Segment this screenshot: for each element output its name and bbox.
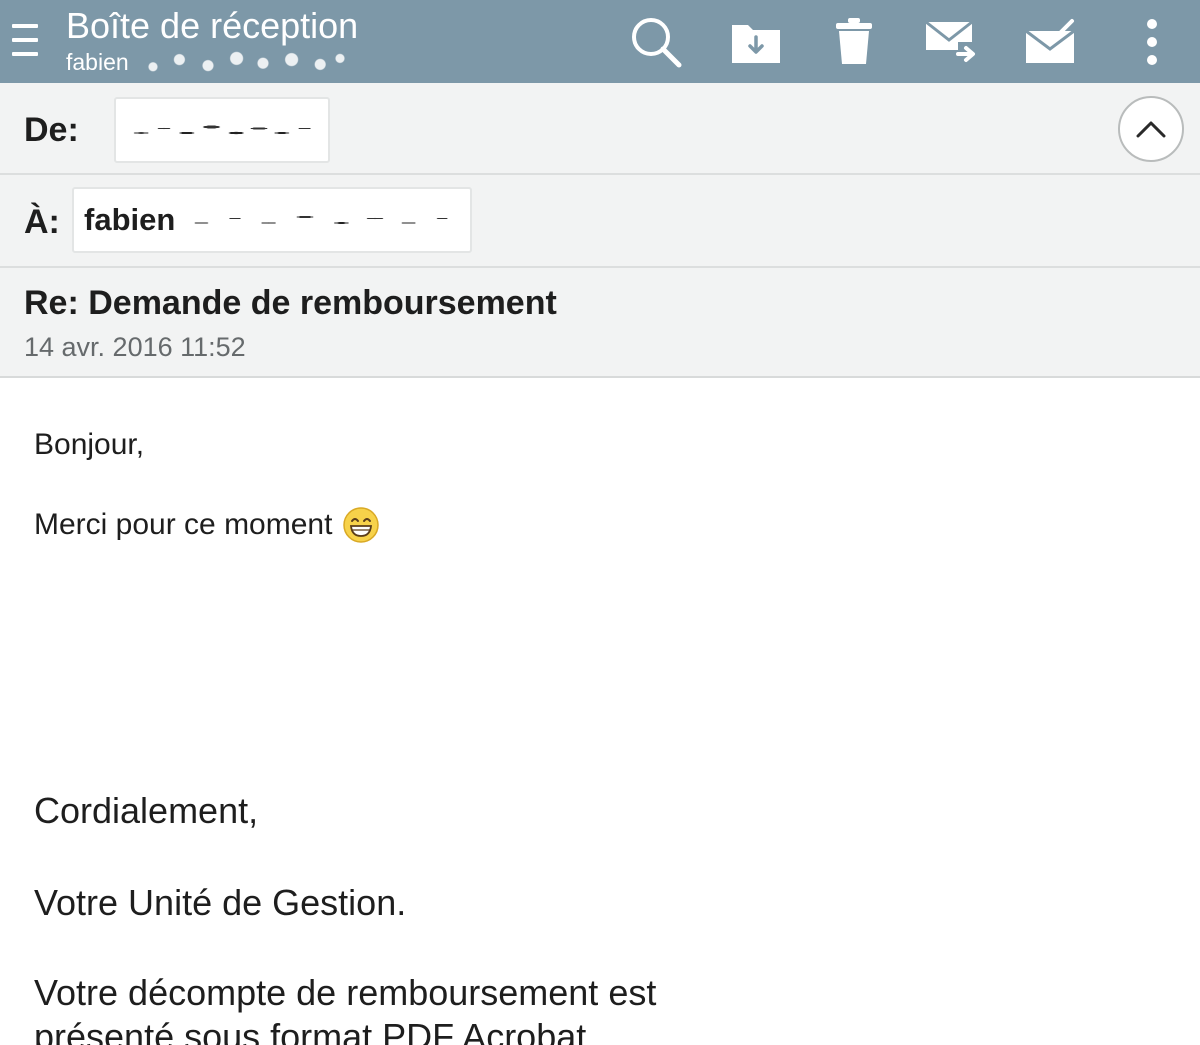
menu-icon[interactable] xyxy=(8,18,48,62)
more-options-button[interactable] xyxy=(1122,14,1182,70)
closing-text: Cordialement, xyxy=(34,790,259,831)
delete-button[interactable] xyxy=(824,14,884,70)
redacted-recipient-address xyxy=(179,205,460,235)
note-line-2: présenté sous format PDF Acrobat xyxy=(34,1016,587,1045)
recipient-chip[interactable]: fabien xyxy=(72,187,472,253)
folder-title: Boîte de réception xyxy=(66,5,359,46)
from-label: De: xyxy=(24,111,79,149)
thanks-text: Merci pour ce moment xyxy=(34,508,333,541)
redacted-account-text xyxy=(130,50,351,74)
signature-text: Votre Unité de Gestion. xyxy=(34,882,407,923)
app-bar: Boîte de réception fabien xyxy=(0,0,1200,83)
forward-icon xyxy=(925,20,975,62)
account-name: fabien xyxy=(66,49,129,75)
subject-row: Re: Demande de remboursement 14 avr. 201… xyxy=(0,268,1200,378)
from-row: De: xyxy=(0,83,1200,175)
thanks-line: Merci pour ce moment xyxy=(34,506,380,544)
search-button[interactable] xyxy=(626,14,686,70)
to-row: À: fabien xyxy=(0,175,1200,268)
trash-icon xyxy=(836,18,872,64)
search-icon xyxy=(632,18,682,68)
email-date: 14 avr. 2016 11:52 xyxy=(24,332,246,362)
sender-chip[interactable] xyxy=(114,97,330,163)
to-label: À: xyxy=(24,203,60,241)
note-line-1: Votre décompte de remboursement est xyxy=(34,972,657,1013)
account-email: fabien xyxy=(66,48,351,76)
redacted-sender-name xyxy=(126,115,316,145)
collapse-header-button[interactable] xyxy=(1118,96,1184,162)
email-subject: Re: Demande de remboursement xyxy=(24,284,557,322)
greeting-text: Bonjour, xyxy=(34,428,145,461)
mark-read-icon xyxy=(1025,19,1075,63)
mark-read-button[interactable] xyxy=(1020,14,1080,70)
more-vert-icon xyxy=(1147,19,1157,65)
email-body: Bonjour, Merci pour ce moment Cordialeme… xyxy=(0,378,1200,1045)
chevron-up-icon xyxy=(1136,121,1166,138)
recipient-name: fabien xyxy=(84,202,176,237)
move-to-folder-icon xyxy=(732,25,780,63)
move-to-folder-button[interactable] xyxy=(726,14,786,70)
grinning-face-emoji-icon xyxy=(343,507,380,543)
forward-button[interactable] xyxy=(922,14,982,70)
